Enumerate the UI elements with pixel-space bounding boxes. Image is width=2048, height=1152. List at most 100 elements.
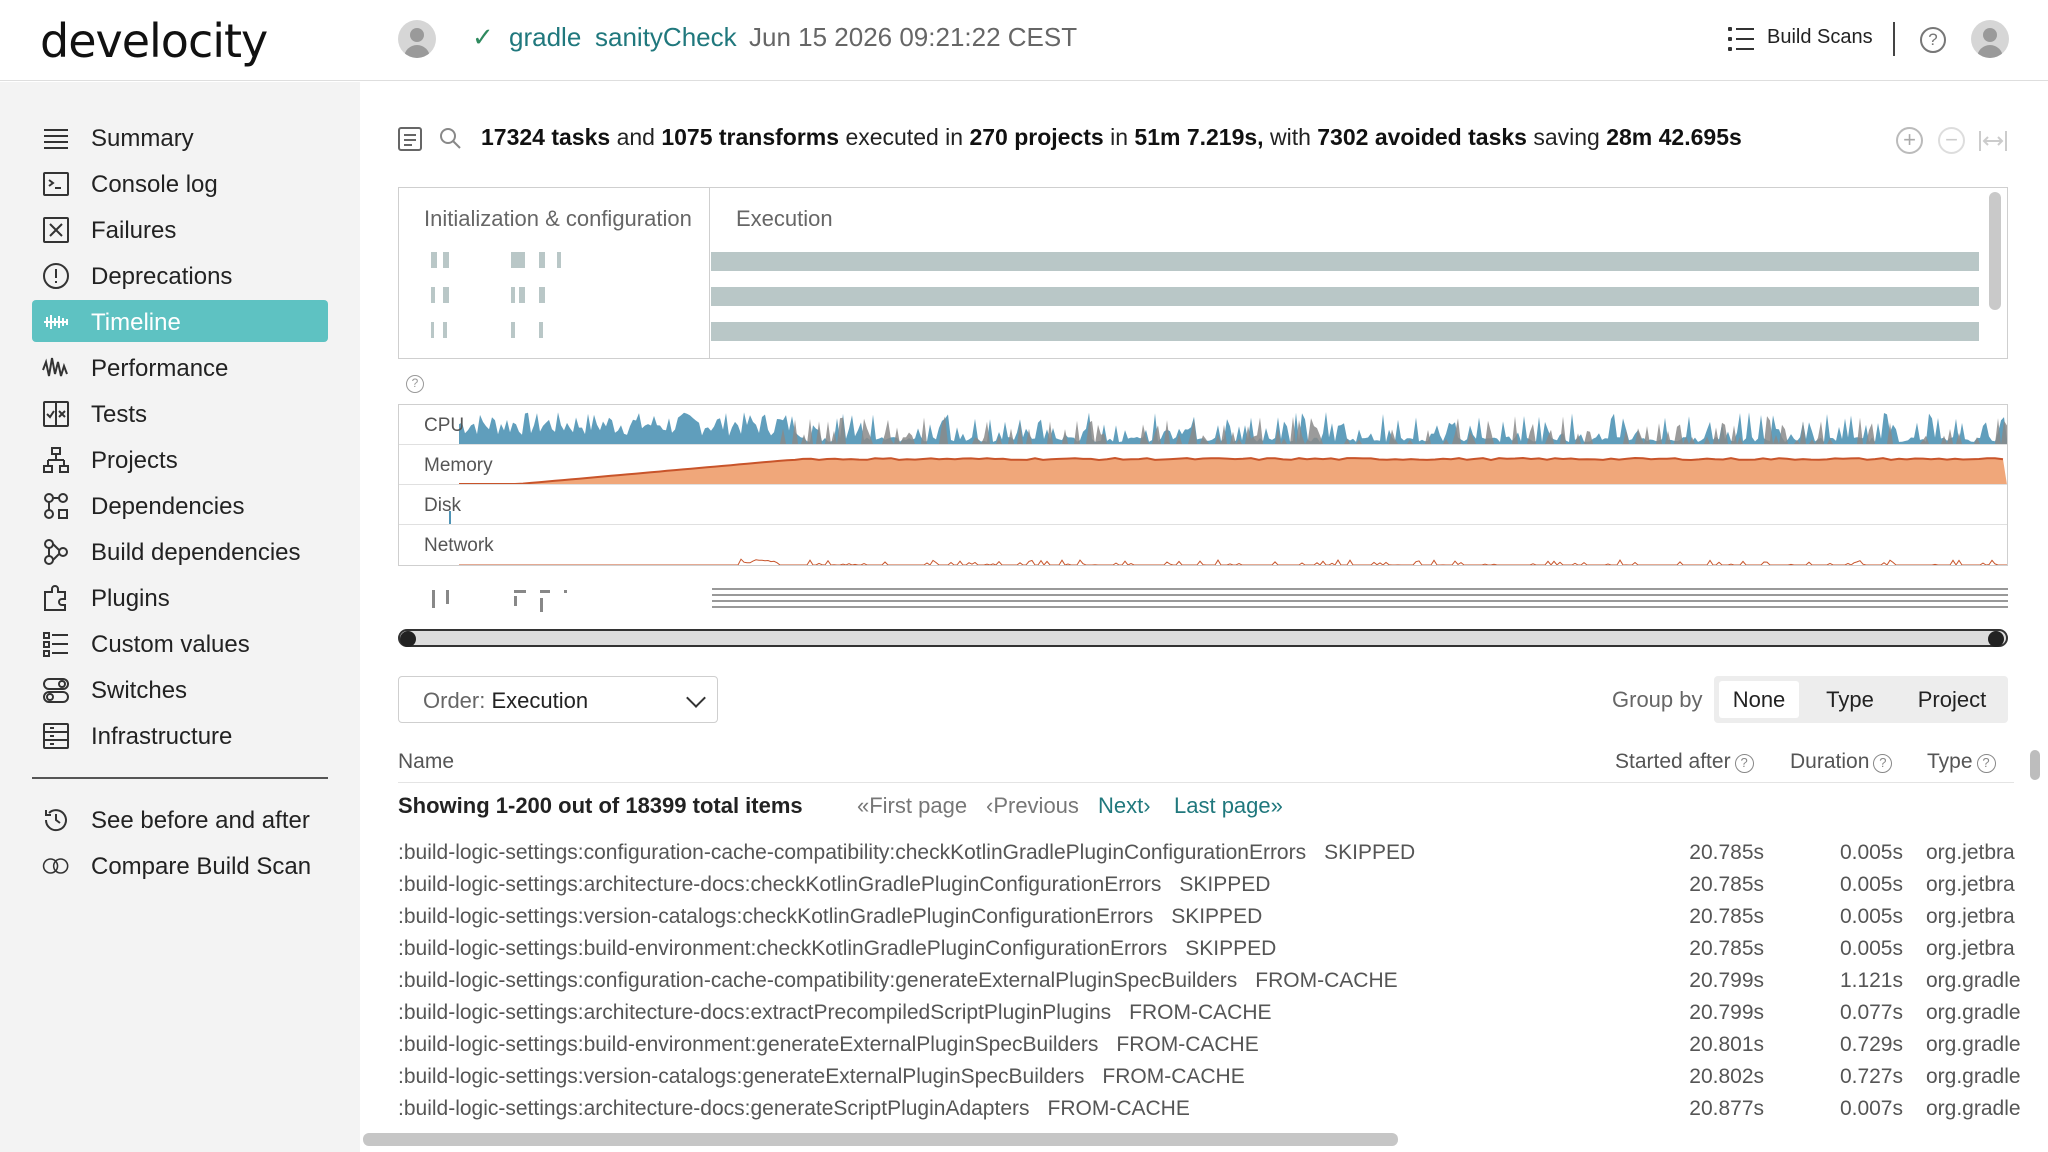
init-task-mark [443,287,449,303]
task-duration: 0.005s [1839,937,1903,960]
init-task-mark [511,252,525,268]
type-help-icon[interactable]: ? [1976,754,1996,773]
nav-summary[interactable]: Summary [32,116,328,158]
network-label: Network [424,535,494,556]
init-task-mark [511,322,515,338]
nav-console-log[interactable]: Console log [32,162,328,204]
mini-init-mark [540,598,543,612]
nav-plugins[interactable]: Plugins [32,576,328,618]
build-scans-list-icon[interactable] [1728,26,1754,52]
user-avatar[interactable] [1971,20,2009,58]
task-path: :build-logic-settings:architecture-docs:… [398,1001,1112,1024]
started-after: 20.877s [1689,1097,1764,1120]
started-after: 20.785s [1689,873,1764,896]
failures-icon [43,217,69,243]
table-row[interactable]: :build-logic-settings:configuration-cach… [398,969,2043,1001]
execution-lane[interactable] [711,252,1979,271]
started-help-icon[interactable]: ? [1734,754,1754,773]
nav-switches[interactable]: Switches [32,668,328,710]
range-slider[interactable] [398,629,2008,647]
timeline-scrollbar[interactable] [1989,192,2001,310]
col-started-header[interactable]: Started after? [1615,750,1754,774]
timeline-chart[interactable]: Initialization & configuration Execution [398,187,2008,359]
help-icon[interactable]: ? [1920,27,1946,53]
task-outcome: FROM-CACHE [1255,969,1398,992]
nav-timeline[interactable]: Timeline [32,300,328,342]
execution-label: Execution [736,206,833,231]
nav-performance[interactable]: Performance [32,346,328,388]
col-started-label: Started after [1615,750,1731,773]
nav-projects[interactable]: Projects [32,438,328,480]
nav-dependencies[interactable]: Dependencies [32,484,328,526]
memory-label: Memory [424,455,493,476]
table-row[interactable]: :build-logic-settings:version-catalogs:g… [398,1065,2043,1097]
group-type-option[interactable]: Type [1809,681,1891,718]
nav-deprecations[interactable]: Deprecations [32,254,328,296]
summary-text-executed: executed in [845,124,964,150]
fit-width-icon[interactable] [1978,129,2008,153]
last-page-link[interactable]: Last page» [1174,793,1283,819]
table-vertical-scrollbar[interactable] [2030,750,2040,780]
first-page-link[interactable]: «First page [857,793,967,819]
develocity-logo[interactable]: develocity [40,14,268,68]
zoom-out-icon[interactable]: − [1938,127,1965,154]
task-name: :build-logic-settings:configuration-cach… [398,841,1415,865]
group-none-option[interactable]: None [1719,681,1799,718]
nav-see-before-after[interactable]: See before and after [32,798,328,840]
init-task-mark [539,252,545,268]
table-row[interactable]: :build-logic-settings:configuration-cach… [398,841,2043,873]
group-project-option[interactable]: Project [1901,681,2003,718]
build-scans-link[interactable]: Build Scans [1767,26,1873,49]
task-type: org.jetbra [1926,937,2015,960]
table-row[interactable]: :build-logic-settings:architecture-docs:… [398,873,2043,905]
timeline-icon [44,315,68,329]
col-name-header[interactable]: Name [398,750,454,774]
nav-build-dependencies[interactable]: Build dependencies [32,530,328,572]
nav-infrastructure-label: Infrastructure [91,723,233,750]
table-row[interactable]: :build-logic-settings:version-catalogs:c… [398,905,2043,937]
nav-failures[interactable]: Failures [32,208,328,250]
horizontal-scrollbar[interactable] [363,1133,1398,1146]
task-link[interactable]: sanityCheck [595,22,737,53]
order-value: Execution [491,688,589,713]
task-outcome: SKIPPED [1324,841,1416,864]
table-row[interactable]: :build-logic-settings:build-environment:… [398,1033,2043,1065]
col-type-header[interactable]: Type? [1927,750,1996,774]
task-path: :build-logic-settings:version-catalogs:g… [398,1065,1085,1088]
list-view-icon[interactable] [398,127,422,151]
group-by-toggle: None Type Project [1714,676,2008,723]
nav-console-log-label: Console log [91,171,218,198]
nav-compare-build-scan[interactable]: Compare Build Scan [32,844,328,886]
next-page-link[interactable]: Next› [1098,793,1151,819]
init-task-mark [443,252,449,268]
table-row[interactable]: :build-logic-settings:architecture-docs:… [398,1097,2043,1129]
order-select[interactable]: Order: Execution [398,676,718,723]
zoom-in-icon[interactable]: + [1896,127,1923,154]
nav-tests-label: Tests [91,401,148,428]
range-end-handle[interactable] [1988,631,2004,647]
table-row[interactable]: :build-logic-settings:build-environment:… [398,937,2043,969]
nav-switches-label: Switches [91,677,188,704]
task-name: :build-logic-settings:version-catalogs:g… [398,1065,1245,1089]
previous-page-link[interactable]: ‹Previous [986,793,1079,819]
resource-usage-chart[interactable]: CPU Memory Disk Network [398,404,2008,566]
history-icon [44,809,67,832]
task-name: :build-logic-settings:build-environment:… [398,1033,1259,1057]
task-outcome: SKIPPED [1179,873,1271,896]
task-duration: 0.007s [1839,1097,1903,1120]
task-duration: 0.005s [1839,841,1903,864]
nav-failures-label: Failures [91,217,177,244]
nav-infrastructure[interactable]: Infrastructure [32,714,328,756]
execution-lane[interactable] [711,322,1979,341]
nav-custom-values[interactable]: Custom values [32,622,328,664]
resources-help-icon[interactable]: ? [406,375,424,393]
nav-tests[interactable]: Tests [32,392,328,434]
duration-help-icon[interactable]: ? [1873,754,1893,773]
tests-icon [43,401,69,427]
project-link[interactable]: gradle [509,22,581,53]
search-icon[interactable] [438,126,462,150]
range-start-handle[interactable] [400,631,416,647]
col-duration-header[interactable]: Duration? [1790,750,1893,774]
execution-lane[interactable] [711,287,1979,306]
table-row[interactable]: :build-logic-settings:architecture-docs:… [398,1001,2043,1033]
